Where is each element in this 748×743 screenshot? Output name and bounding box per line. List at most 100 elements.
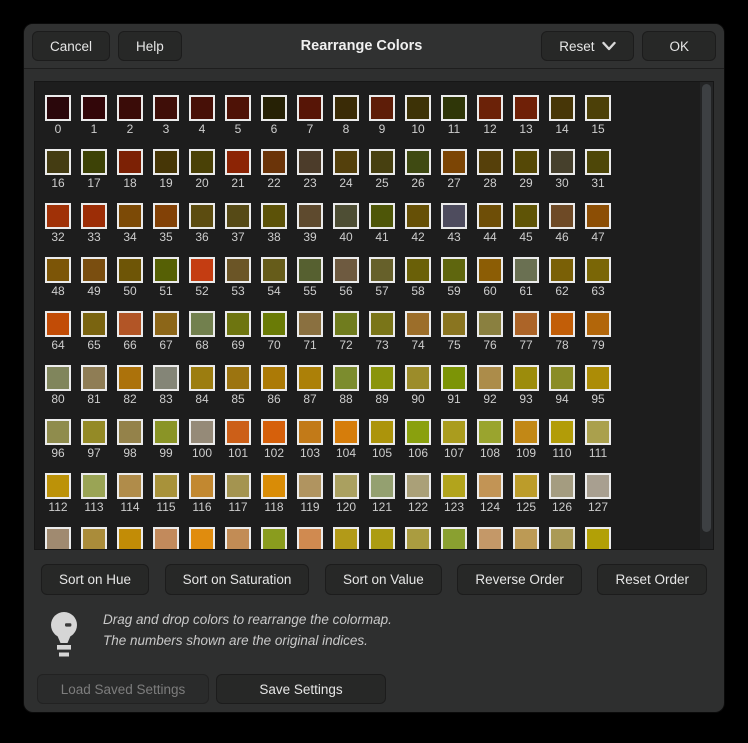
- palette-swatch[interactable]: [585, 311, 611, 337]
- palette-swatch[interactable]: [405, 365, 431, 391]
- palette-swatch[interactable]: [81, 311, 107, 337]
- palette-swatch[interactable]: [333, 365, 359, 391]
- palette-swatch[interactable]: [585, 419, 611, 445]
- palette-swatch[interactable]: [45, 527, 71, 549]
- palette-swatch[interactable]: [585, 95, 611, 121]
- palette-swatch[interactable]: [225, 95, 251, 121]
- help-button[interactable]: Help: [118, 31, 182, 61]
- palette-swatch[interactable]: [153, 203, 179, 229]
- palette-swatch[interactable]: [513, 95, 539, 121]
- palette-swatch[interactable]: [549, 473, 575, 499]
- palette-swatch[interactable]: [153, 527, 179, 549]
- palette-swatch[interactable]: [45, 365, 71, 391]
- palette-swatch[interactable]: [549, 257, 575, 283]
- save-settings-button[interactable]: Save Settings: [216, 674, 386, 704]
- palette-swatch[interactable]: [369, 311, 395, 337]
- palette-swatch[interactable]: [549, 527, 575, 549]
- palette-swatch[interactable]: [549, 365, 575, 391]
- colormap-scroll-area[interactable]: 0123456789101112131415161718192021222324…: [35, 82, 700, 549]
- reverse-order-button[interactable]: Reverse Order: [457, 564, 582, 595]
- palette-swatch[interactable]: [297, 257, 323, 283]
- palette-swatch[interactable]: [117, 311, 143, 337]
- palette-swatch[interactable]: [261, 473, 287, 499]
- palette-swatch[interactable]: [549, 95, 575, 121]
- palette-swatch[interactable]: [117, 203, 143, 229]
- palette-swatch[interactable]: [441, 95, 467, 121]
- palette-swatch[interactable]: [405, 257, 431, 283]
- palette-swatch[interactable]: [297, 527, 323, 549]
- palette-swatch[interactable]: [261, 203, 287, 229]
- palette-swatch[interactable]: [333, 149, 359, 175]
- palette-swatch[interactable]: [369, 365, 395, 391]
- palette-swatch[interactable]: [369, 473, 395, 499]
- palette-swatch[interactable]: [549, 149, 575, 175]
- palette-swatch[interactable]: [45, 149, 71, 175]
- palette-swatch[interactable]: [117, 527, 143, 549]
- palette-swatch[interactable]: [405, 311, 431, 337]
- palette-swatch[interactable]: [153, 311, 179, 337]
- palette-swatch[interactable]: [369, 203, 395, 229]
- palette-swatch[interactable]: [117, 95, 143, 121]
- palette-swatch[interactable]: [441, 149, 467, 175]
- palette-swatch[interactable]: [441, 203, 467, 229]
- palette-swatch[interactable]: [153, 473, 179, 499]
- palette-swatch[interactable]: [261, 257, 287, 283]
- palette-swatch[interactable]: [153, 419, 179, 445]
- palette-swatch[interactable]: [369, 257, 395, 283]
- palette-swatch[interactable]: [189, 527, 215, 549]
- palette-swatch[interactable]: [189, 365, 215, 391]
- reset-order-button[interactable]: Reset Order: [597, 564, 707, 595]
- palette-swatch[interactable]: [441, 419, 467, 445]
- palette-swatch[interactable]: [81, 473, 107, 499]
- palette-swatch[interactable]: [297, 473, 323, 499]
- palette-swatch[interactable]: [477, 527, 503, 549]
- palette-swatch[interactable]: [81, 527, 107, 549]
- palette-swatch[interactable]: [333, 311, 359, 337]
- scrollbar-thumb[interactable]: [702, 84, 711, 532]
- palette-swatch[interactable]: [513, 149, 539, 175]
- palette-swatch[interactable]: [333, 257, 359, 283]
- palette-swatch[interactable]: [477, 311, 503, 337]
- ok-button[interactable]: OK: [642, 31, 716, 61]
- sort-on-hue-button[interactable]: Sort on Hue: [41, 564, 149, 595]
- palette-swatch[interactable]: [117, 473, 143, 499]
- palette-swatch[interactable]: [405, 419, 431, 445]
- palette-swatch[interactable]: [45, 95, 71, 121]
- palette-swatch[interactable]: [513, 203, 539, 229]
- palette-swatch[interactable]: [369, 95, 395, 121]
- palette-swatch[interactable]: [513, 419, 539, 445]
- palette-swatch[interactable]: [477, 419, 503, 445]
- palette-swatch[interactable]: [81, 149, 107, 175]
- vertical-scrollbar[interactable]: [700, 82, 713, 549]
- palette-swatch[interactable]: [225, 365, 251, 391]
- palette-swatch[interactable]: [585, 473, 611, 499]
- palette-swatch[interactable]: [585, 149, 611, 175]
- palette-swatch[interactable]: [513, 311, 539, 337]
- palette-swatch[interactable]: [81, 95, 107, 121]
- palette-swatch[interactable]: [333, 419, 359, 445]
- palette-swatch[interactable]: [477, 149, 503, 175]
- palette-swatch[interactable]: [45, 473, 71, 499]
- palette-swatch[interactable]: [297, 419, 323, 445]
- palette-swatch[interactable]: [261, 149, 287, 175]
- palette-swatch[interactable]: [189, 149, 215, 175]
- palette-swatch[interactable]: [369, 527, 395, 549]
- palette-swatch[interactable]: [261, 365, 287, 391]
- palette-swatch[interactable]: [585, 257, 611, 283]
- palette-swatch[interactable]: [225, 527, 251, 549]
- palette-swatch[interactable]: [189, 311, 215, 337]
- palette-swatch[interactable]: [477, 203, 503, 229]
- palette-swatch[interactable]: [81, 419, 107, 445]
- palette-swatch[interactable]: [261, 311, 287, 337]
- palette-swatch[interactable]: [477, 473, 503, 499]
- sort-on-value-button[interactable]: Sort on Value: [325, 564, 442, 595]
- palette-swatch[interactable]: [117, 365, 143, 391]
- palette-swatch[interactable]: [405, 527, 431, 549]
- palette-swatch[interactable]: [441, 527, 467, 549]
- palette-swatch[interactable]: [585, 527, 611, 549]
- palette-swatch[interactable]: [333, 473, 359, 499]
- palette-swatch[interactable]: [549, 203, 575, 229]
- palette-swatch[interactable]: [189, 257, 215, 283]
- palette-swatch[interactable]: [189, 95, 215, 121]
- palette-swatch[interactable]: [405, 473, 431, 499]
